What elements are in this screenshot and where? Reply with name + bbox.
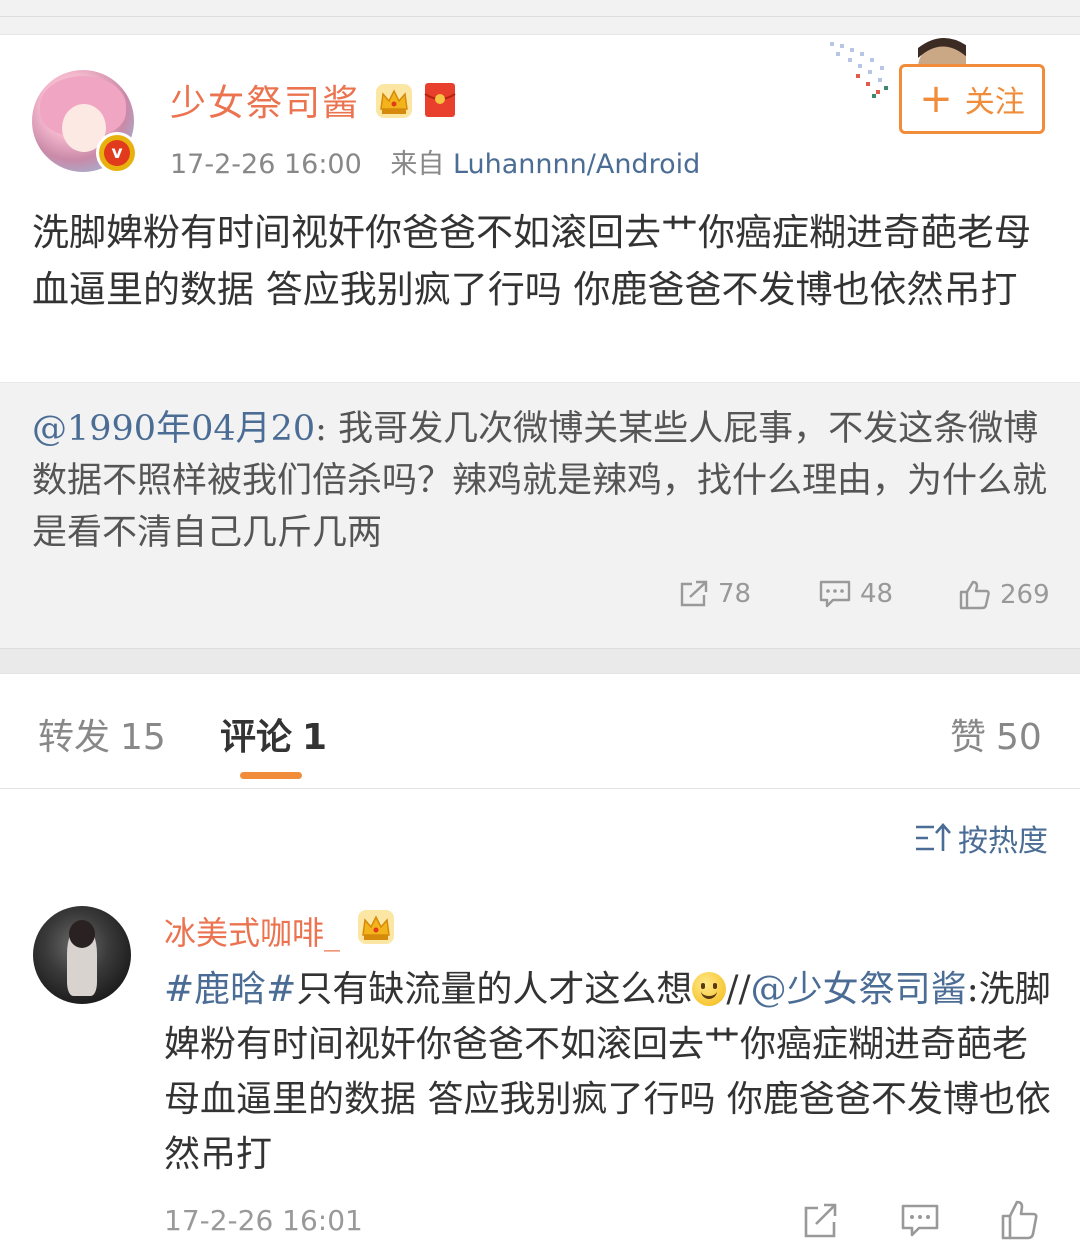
post-timestamp: 17-2-26 16:00	[170, 149, 362, 180]
comment-hashtag[interactable]: #鹿晗#	[164, 969, 296, 1010]
share-icon	[680, 580, 708, 607]
tab-likes-count: 50	[996, 717, 1042, 758]
tab-reposts-count: 15	[120, 717, 166, 758]
source-prefix: 来自	[390, 149, 445, 180]
red-packet-icon	[424, 83, 456, 117]
verified-badge-icon: v	[96, 132, 138, 174]
post-source[interactable]: Luhannnn/Android	[453, 149, 700, 180]
post-avatar[interactable]: v	[32, 70, 138, 174]
sort-icon	[916, 823, 951, 851]
active-tab-indicator	[240, 772, 302, 779]
tab-reposts-label: 转发	[38, 717, 111, 758]
comment-separator: //	[726, 969, 751, 1010]
sort-label: 按热度	[958, 824, 1048, 859]
comment-icon	[819, 580, 851, 608]
repost-stats: 78 48 269	[0, 579, 1080, 615]
share-icon[interactable]	[800, 1198, 840, 1242]
smile-emoji	[692, 972, 727, 1006]
follow-button[interactable]: + 关注	[899, 64, 1045, 134]
post-meta: 17-2-26 16:00 来自 Luhannnn/Android	[170, 142, 700, 181]
share-count: 78	[718, 579, 752, 609]
tab-comments-count: 1	[302, 717, 328, 758]
tab-likes-label: 赞	[950, 717, 987, 758]
comment-text-part1: 只有缺流量的人才这么想	[296, 969, 693, 1010]
comment-count: 48	[860, 579, 894, 609]
comment-content: #鹿晗#只有缺流量的人才这么想//@少女祭司酱:洗脚婢粉有时间视奸你爸爸不如滚回…	[164, 962, 1054, 1182]
tab-reposts[interactable]: 转发 15	[38, 708, 166, 760]
tab-likes[interactable]: 赞 50	[950, 708, 1042, 760]
comment-timestamp: 17-2-26 16:01	[164, 1204, 363, 1237]
comment-avatar[interactable]	[33, 906, 131, 1004]
post-username[interactable]: 少女祭司酱	[170, 74, 360, 126]
crown-icon	[358, 910, 394, 944]
post-content: 洗脚婢粉有时间视奸你爸爸不如滚回去艹你癌症糊进奇葩老母血逼里的数据 答应我别疯了…	[32, 211, 1031, 311]
follow-label: 关注	[964, 85, 1025, 120]
like-icon[interactable]	[1000, 1198, 1040, 1242]
tab-comments-label: 评论	[220, 717, 293, 758]
repost-mention[interactable]: @1990年04月20	[32, 409, 315, 449]
comment-username[interactable]: 冰美式咖啡_	[164, 908, 340, 954]
repost-block[interactable]: @1990年04月20: 我哥发几次微博关某些人屁事，不发这条微博数据不照样被我…	[0, 382, 1080, 649]
top-separator	[0, 0, 1080, 35]
repost-content: @1990年04月20: 我哥发几次微博关某些人屁事，不发这条微博数据不照样被我…	[32, 403, 1052, 559]
plus-icon: +	[919, 76, 953, 122]
comment-icon[interactable]	[900, 1198, 940, 1242]
tab-comments[interactable]: 评论 1	[220, 708, 327, 760]
comment-mention[interactable]: @少女祭司酱	[751, 969, 967, 1010]
like-icon	[959, 580, 990, 610]
crown-icon	[376, 84, 412, 118]
repost-comment-stat[interactable]: 48	[818, 579, 893, 609]
repost-like-stat[interactable]: 269	[958, 579, 1050, 611]
sort-button[interactable]: 按热度	[914, 816, 1048, 860]
like-count: 269	[1000, 580, 1050, 610]
repost-share-stat[interactable]: 78	[678, 579, 751, 609]
section-separator	[0, 648, 1080, 674]
tab-bar-divider	[0, 788, 1080, 789]
